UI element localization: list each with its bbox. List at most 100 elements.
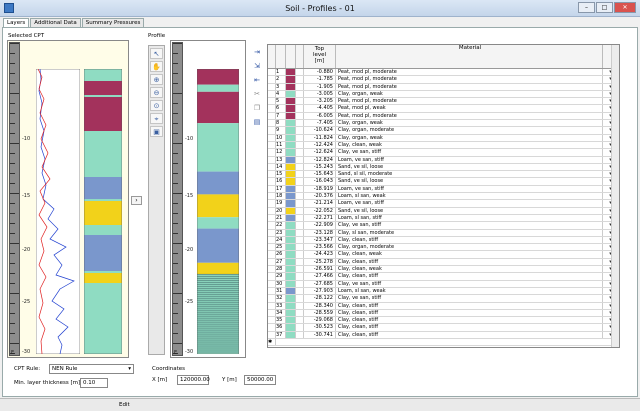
grid-scrollbar[interactable] (611, 45, 619, 347)
zoom-fit-icon[interactable]: ⊙ (150, 100, 163, 111)
row-material[interactable]: Loam, ve san, stiff (336, 185, 603, 193)
row-top-level[interactable]: -25.278 (304, 258, 336, 266)
row-top-level[interactable]: -27.685 (304, 280, 336, 287)
delete-row-icon[interactable]: ⇤ (251, 75, 263, 86)
row-selector[interactable] (268, 229, 276, 236)
row-selector[interactable] (268, 302, 276, 309)
row-material[interactable]: Loam, ve san, stiff (336, 200, 603, 207)
row-top-level[interactable]: -24.423 (304, 251, 336, 258)
tab-additional-data[interactable]: Additional Data (30, 18, 81, 27)
row-selector[interactable] (268, 273, 276, 280)
row-selector[interactable] (268, 69, 276, 76)
table-row[interactable]: 37-30.741Clay, clean, stiff▾ (268, 331, 619, 339)
row-top-level[interactable]: -3.005 (304, 90, 336, 98)
row-top-level[interactable]: -1.785 (304, 76, 336, 83)
cpt-rule-select[interactable]: NEN Rule ▾ (49, 364, 134, 374)
row-top-level[interactable]: -12.624 (304, 149, 336, 156)
table-row[interactable]: 18-20.376Loam, sl san, weak▾ (268, 193, 619, 201)
copy-icon[interactable]: ❐ (251, 103, 263, 114)
table-row[interactable]: 28-26.591Clay, clean, weak▾ (268, 266, 619, 274)
row-selector[interactable] (268, 251, 276, 258)
row-selector[interactable] (268, 171, 276, 178)
row-top-level[interactable]: -7.405 (304, 120, 336, 127)
row-top-level[interactable]: -30.523 (304, 324, 336, 331)
table-row[interactable]: 33-28.340Clay, clean, stiff▾ (268, 302, 619, 310)
row-top-level[interactable]: -10.624 (304, 127, 336, 134)
row-top-level[interactable]: -22.909 (304, 222, 336, 229)
row-selector[interactable] (268, 193, 276, 200)
row-selector[interactable] (268, 324, 276, 331)
table-row[interactable]: 9-10.624Clay, organ, moderate▾ (268, 127, 619, 135)
row-material[interactable]: Clay, ve san, stiff (336, 280, 603, 287)
row-top-level[interactable]: -27.903 (304, 287, 336, 295)
zoom-in-icon[interactable]: ⊕ (150, 74, 163, 85)
row-selector[interactable] (268, 90, 276, 98)
row-material[interactable]: Peat, mod pl, moderate (336, 76, 603, 83)
row-selector[interactable] (268, 178, 276, 185)
pan-icon[interactable]: ✋ (150, 61, 163, 72)
row-selector[interactable] (268, 207, 276, 214)
row-material[interactable]: Clay, clean, stiff (336, 302, 603, 309)
add-row-icon[interactable]: ⇲ (251, 61, 263, 72)
row-top-level[interactable]: -20.376 (304, 193, 336, 200)
row-selector[interactable] (268, 134, 276, 141)
table-row[interactable]: 4-3.005Clay, organ, weak▾ (268, 90, 619, 99)
row-selector[interactable] (268, 98, 276, 105)
row-selector[interactable] (268, 295, 276, 302)
table-row[interactable]: 8-7.405Clay, organ, weak▾ (268, 120, 619, 128)
row-material[interactable]: Clay, organ, weak (336, 120, 603, 127)
row-selector[interactable] (268, 76, 276, 83)
row-material[interactable]: Clay, clean, stiff (336, 258, 603, 266)
table-row[interactable]: 17-18.919Loam, ve san, stiff▾ (268, 185, 619, 194)
row-selector[interactable] (268, 280, 276, 287)
row-material[interactable]: Clay, clean, stiff (336, 324, 603, 331)
row-selector[interactable] (268, 331, 276, 338)
row-material[interactable]: Clay, clean, weak (336, 251, 603, 258)
table-row[interactable]: 30-27.685Clay, ve san, stiff▾ (268, 280, 619, 288)
table-row[interactable]: 16-16.043Sand, ve sil, loose▾ (268, 178, 619, 186)
table-row[interactable]: 25-23.566Clay, organ, moderate▾ (268, 244, 619, 252)
row-material[interactable]: Peat, mod pl, moderate (336, 98, 603, 105)
table-row[interactable]: 14-15.243Sand, ve sil, loose▾ (268, 163, 619, 172)
table-row[interactable]: 11-12.424Clay, clean, weak▾ (268, 141, 619, 150)
tab-layers[interactable]: Layers (3, 18, 30, 27)
row-material[interactable]: Clay, clean, weak (336, 141, 603, 149)
row-top-level[interactable]: -12.424 (304, 141, 336, 149)
row-material[interactable]: Clay, organ, moderate (336, 127, 603, 134)
zoom-out-icon[interactable]: ⊖ (150, 87, 163, 98)
save-icon[interactable]: ▣ (150, 126, 163, 137)
row-material[interactable]: Clay, sl san, moderate (336, 229, 603, 236)
row-selector[interactable] (268, 127, 276, 134)
row-selector[interactable] (268, 83, 276, 90)
row-material[interactable]: Clay, organ, weak (336, 90, 603, 98)
row-selector[interactable] (268, 120, 276, 127)
row-material[interactable]: Clay, ve san, stiff (336, 149, 603, 156)
row-selector[interactable] (268, 287, 276, 295)
row-top-level[interactable]: -22.052 (304, 207, 336, 214)
row-material[interactable]: Loam, sl san, weak (336, 193, 603, 200)
row-top-level[interactable]: -30.741 (304, 331, 336, 338)
row-top-level[interactable]: -23.566 (304, 244, 336, 251)
table-row[interactable]: 12-12.624Clay, ve san, stiff▾ (268, 149, 619, 157)
row-material[interactable]: Loam, sl san, stiff (336, 214, 603, 222)
row-material[interactable]: Sand, sl sil, moderate (336, 171, 603, 178)
row-selector[interactable] (268, 112, 276, 120)
row-top-level[interactable]: -28.559 (304, 309, 336, 317)
row-top-level[interactable]: -6.005 (304, 112, 336, 120)
row-selector[interactable] (268, 236, 276, 244)
table-row[interactable]: 32-28.122Clay, ve san, stiff▾ (268, 295, 619, 303)
pointer-icon[interactable]: ↖ (150, 48, 163, 59)
row-selector[interactable] (268, 200, 276, 207)
row-material[interactable]: Loam, ve san, stiff (336, 156, 603, 163)
row-material[interactable]: Clay, clean, stiff (336, 331, 603, 338)
row-material[interactable]: Clay, ve san, stiff (336, 295, 603, 302)
row-top-level[interactable]: -28.340 (304, 302, 336, 309)
row-top-level[interactable]: -15.643 (304, 171, 336, 178)
row-selector[interactable] (268, 244, 276, 251)
tab-summary-pressures[interactable]: Summary Pressures (81, 18, 145, 27)
table-row[interactable]: 31-27.903Loam, sl san, weak▾ (268, 287, 619, 296)
row-material[interactable]: Clay, clean, stiff (336, 317, 603, 324)
row-top-level[interactable]: -22.271 (304, 214, 336, 222)
row-top-level[interactable]: -29.068 (304, 317, 336, 324)
row-material[interactable]: Clay, organ, moderate (336, 244, 603, 251)
